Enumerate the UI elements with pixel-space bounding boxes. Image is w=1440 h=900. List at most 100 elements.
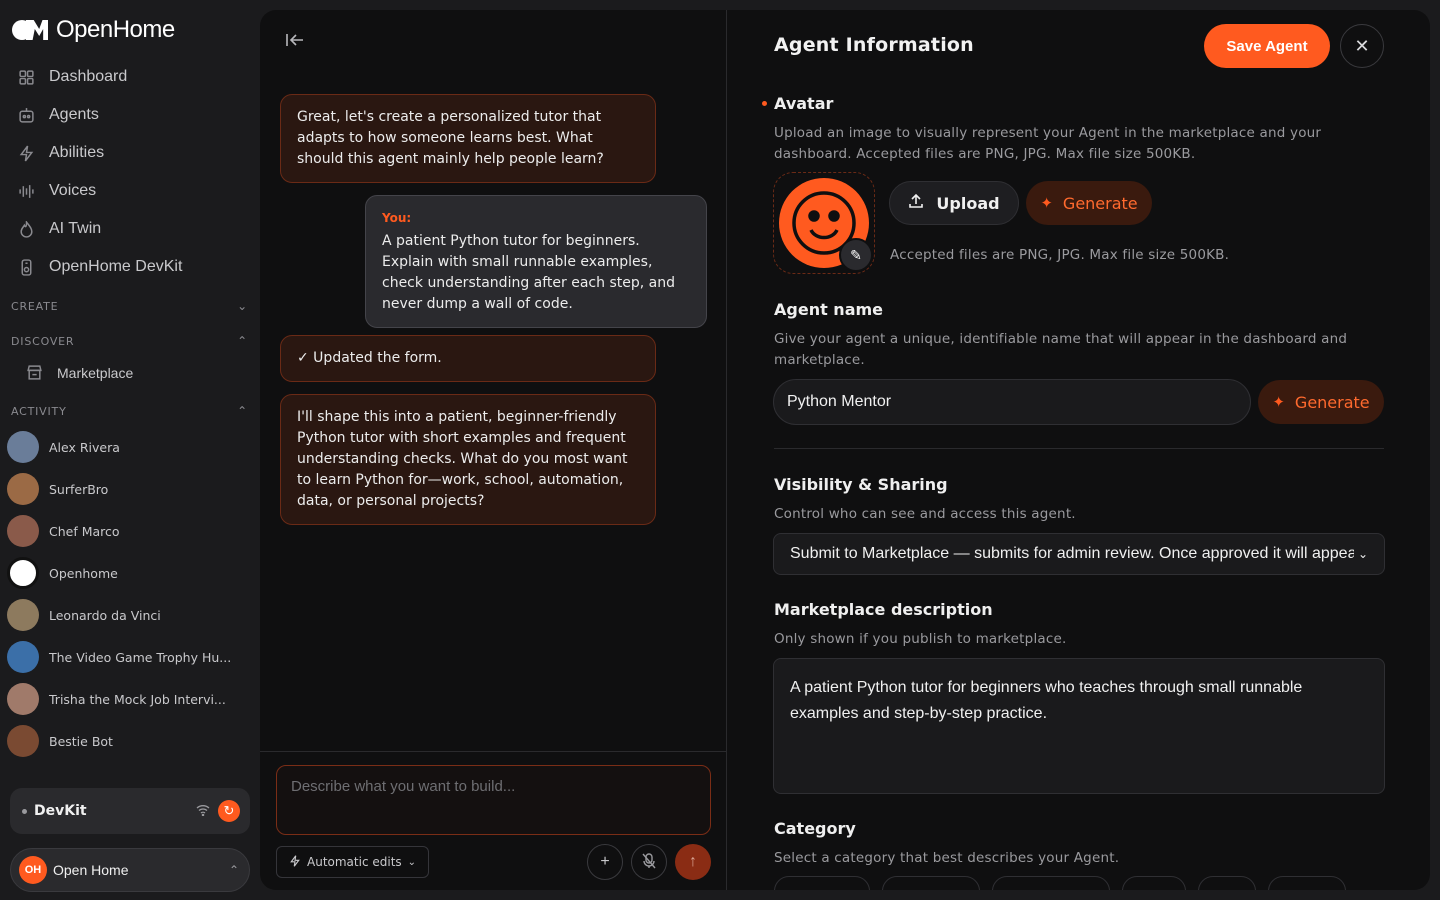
upload-label: Upload [936,193,1000,213]
nav-item-devkit[interactable]: OpenHome DevKit [18,253,182,281]
activity-name: SurferBro [49,481,109,497]
activity-name: Bestie Bot [49,733,113,749]
section-label: ACTIVITY [11,404,67,418]
activity-item[interactable]: Alex Rivera [7,430,120,464]
nav-label: Voices [49,182,97,199]
avatar-help: Upload an image to visually represent yo… [774,125,1322,162]
microphone-button[interactable] [631,844,667,880]
smiley-icon: ✎ [779,178,873,272]
chat-message-bot: Great, let's create a personalized tutor… [280,94,656,183]
section-create[interactable]: CREATE ⌄ [11,299,248,313]
avatar-preview[interactable]: ✎ [773,172,875,274]
chevron-up-icon: ⌃ [237,334,248,348]
chevron-up-icon: ⌃ [237,404,248,418]
openhome-logo-icon [12,16,50,44]
collapse-sidebar-icon[interactable] [286,32,304,53]
description-label: Marketplace description [774,600,993,619]
nav-item-abilities[interactable]: Abilities [18,139,104,167]
avatar-label: Avatar [774,94,834,113]
avatar [7,431,39,463]
activity-item[interactable]: Leonardo da Vinci [7,598,161,632]
nav-item-dashboard[interactable]: Dashboard [18,63,127,91]
grid-icon [18,69,35,86]
edit-pencil-icon[interactable]: ✎ [839,238,873,272]
flame-icon [18,220,35,238]
brand-logo[interactable]: OpenHome [12,16,175,44]
activity-item[interactable]: Trisha the Mock Job Intervi... [7,682,226,716]
plus-icon: + [600,853,610,870]
nav-item-ai-twin[interactable]: AI Twin [18,215,101,243]
avatar [7,599,39,631]
close-button[interactable]: ✕ [1340,24,1384,68]
sync-icon[interactable]: ↻ [218,800,240,822]
nav-item-marketplace[interactable]: Marketplace [26,364,133,381]
avatar [7,515,39,547]
lightning-icon [18,145,35,162]
visibility-select[interactable]: Submit to Marketplace — submits for admi… [773,533,1385,575]
divider [774,448,1384,449]
category-chip[interactable] [774,876,870,890]
category-chip[interactable] [1268,876,1346,890]
activity-item[interactable]: The Video Game Trophy Hu... [7,640,231,674]
category-chip[interactable] [1122,876,1186,890]
add-attachment-button[interactable]: + [587,844,623,880]
upload-button[interactable]: Upload [889,181,1019,225]
chevron-down-icon: ⌄ [237,299,248,313]
automatic-edits-dropdown[interactable]: Automatic edits ⌄ [276,846,430,878]
chat-message-user: You: A patient Python tutor for beginner… [365,195,707,328]
nav-label: OpenHome DevKit [49,258,183,275]
message-text: I'll shape this into a patient, beginner… [297,409,628,509]
save-agent-button[interactable]: Save Agent [1204,24,1330,68]
activity-name: Openhome [49,565,118,581]
chat-composer: Describe what you want to build... Autom… [260,751,727,890]
chat-input[interactable]: Describe what you want to build... [276,765,711,835]
account-avatar: OH [19,856,47,884]
agent-name-help: Give your agent a unique, identifiable n… [774,331,1348,368]
generate-label: Generate [1294,392,1370,412]
message-speaker: You: [382,211,412,225]
agent-name-input[interactable]: Python Mentor [773,379,1251,425]
required-dot [762,101,767,106]
description-textarea[interactable]: A patient Python tutor for beginners who… [773,658,1385,794]
nav-item-agents[interactable]: Agents [18,101,99,129]
nav-label: Dashboard [49,68,128,85]
section-discover[interactable]: DISCOVER ⌃ [11,334,248,348]
main-panel: Great, let's create a personalized tutor… [260,10,1430,890]
activity-item[interactable]: Openhome [7,556,118,590]
activity-item[interactable]: Bestie Bot [7,724,113,758]
category-chip[interactable] [882,876,980,890]
category-chip[interactable] [1198,876,1256,890]
account-menu[interactable]: OH Open Home ⌃ [10,848,250,892]
chevron-up-icon: ⌃ [228,863,239,877]
send-button[interactable]: ↑ [675,844,711,880]
nav-item-voices[interactable]: Voices [18,177,96,205]
section-activity[interactable]: ACTIVITY ⌃ [11,404,248,418]
generate-label: Generate [1062,193,1138,213]
generate-avatar-button[interactable]: ✦ Generate [1026,181,1152,225]
activity-item[interactable]: SurferBro [7,472,108,506]
nav-label: Abilities [49,144,105,161]
generate-name-button[interactable]: ✦ Generate [1258,380,1384,424]
nav-label: Agents [49,106,99,123]
activity-name: Leonardo da Vinci [49,607,161,623]
avatar [7,557,39,589]
activity-name: Trisha the Mock Job Intervi... [49,691,226,707]
devkit-status[interactable]: DevKit ↻ [10,788,250,834]
description-help: Only shown if you publish to marketplace… [774,631,1067,647]
sidebar: OpenHome Dashboard Agents Abilities Voic… [0,0,260,900]
nav-label: AI Twin [49,220,102,237]
avatar [7,683,39,715]
activity-name: Chef Marco [49,523,120,539]
upload-icon [908,193,924,213]
chevron-down-icon: ⌄ [407,856,417,868]
avatar [7,641,39,673]
activity-item[interactable]: Chef Marco [7,514,120,548]
chat-message-bot: I'll shape this into a patient, beginner… [280,394,656,525]
mic-off-icon [642,852,656,872]
account-name: Open Home [53,862,129,878]
chat-panel: Great, let's create a personalized tutor… [260,10,727,890]
agent-form: Agent Information Save Agent ✕ Avatar Up… [727,10,1430,890]
section-label: DISCOVER [11,334,75,348]
category-chip[interactable] [992,876,1110,890]
avatar [7,725,39,757]
